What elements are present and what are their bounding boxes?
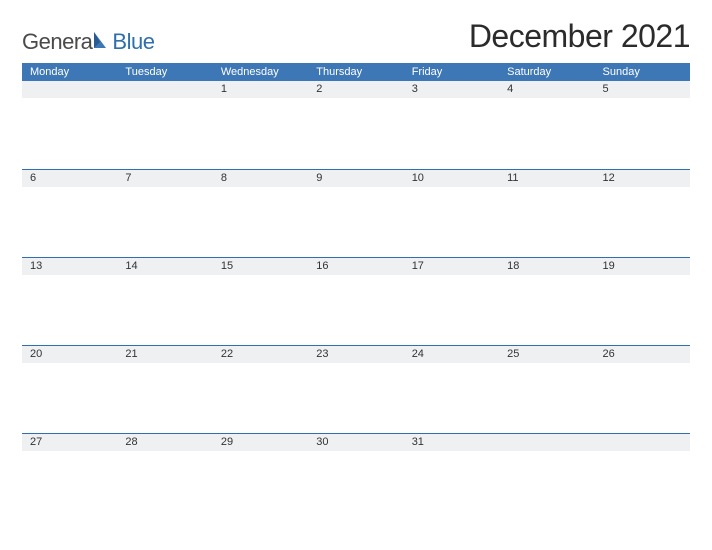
day-number: 9 bbox=[308, 170, 403, 187]
day-cell bbox=[499, 433, 594, 521]
day-cell: 26 bbox=[595, 345, 690, 433]
brand-l-icon bbox=[93, 31, 107, 49]
day-cell bbox=[117, 81, 212, 169]
day-number: 3 bbox=[404, 81, 499, 98]
day-cell: 23 bbox=[308, 345, 403, 433]
day-number bbox=[22, 81, 117, 98]
day-cell: 3 bbox=[404, 81, 499, 169]
day-cell: 9 bbox=[308, 169, 403, 257]
week-row: 27 28 29 30 31 bbox=[22, 433, 690, 521]
day-number: 22 bbox=[213, 346, 308, 363]
day-cell: 2 bbox=[308, 81, 403, 169]
day-cell: 21 bbox=[117, 345, 212, 433]
day-number: 28 bbox=[117, 434, 212, 451]
day-number: 26 bbox=[595, 346, 690, 363]
weekday-header: Wednesday bbox=[213, 63, 308, 81]
day-cell: 5 bbox=[595, 81, 690, 169]
day-cell: 30 bbox=[308, 433, 403, 521]
day-number: 27 bbox=[22, 434, 117, 451]
week-row: 6 7 8 9 10 11 12 bbox=[22, 169, 690, 257]
day-number: 31 bbox=[404, 434, 499, 451]
day-cell: 7 bbox=[117, 169, 212, 257]
week-row: 20 21 22 23 24 25 26 bbox=[22, 345, 690, 433]
brand-name: Genera bbox=[22, 29, 108, 55]
day-cell: 22 bbox=[213, 345, 308, 433]
weekday-header: Sunday bbox=[595, 63, 690, 81]
weekday-header: Monday bbox=[22, 63, 117, 81]
week-row: 1 2 3 4 5 bbox=[22, 81, 690, 169]
day-number bbox=[499, 434, 594, 451]
day-cell: 18 bbox=[499, 257, 594, 345]
day-cell bbox=[595, 433, 690, 521]
day-number: 29 bbox=[213, 434, 308, 451]
day-number: 16 bbox=[308, 258, 403, 275]
day-number: 7 bbox=[117, 170, 212, 187]
weekday-header: Thursday bbox=[308, 63, 403, 81]
day-number: 18 bbox=[499, 258, 594, 275]
day-number: 12 bbox=[595, 170, 690, 187]
day-cell: 10 bbox=[404, 169, 499, 257]
day-number: 4 bbox=[499, 81, 594, 98]
weekday-header: Tuesday bbox=[117, 63, 212, 81]
day-cell: 15 bbox=[213, 257, 308, 345]
day-cell: 25 bbox=[499, 345, 594, 433]
day-cell: 27 bbox=[22, 433, 117, 521]
weekday-header: Saturday bbox=[499, 63, 594, 81]
header: Genera Blue December 2021 bbox=[22, 18, 690, 55]
brand-logo: Genera Blue bbox=[22, 23, 154, 55]
day-cell: 13 bbox=[22, 257, 117, 345]
day-number: 1 bbox=[213, 81, 308, 98]
day-number: 24 bbox=[404, 346, 499, 363]
day-cell bbox=[22, 81, 117, 169]
day-cell: 28 bbox=[117, 433, 212, 521]
day-number: 13 bbox=[22, 258, 117, 275]
day-cell: 6 bbox=[22, 169, 117, 257]
week-row: 13 14 15 16 17 18 19 bbox=[22, 257, 690, 345]
day-number: 21 bbox=[117, 346, 212, 363]
day-number: 6 bbox=[22, 170, 117, 187]
weekday-header-row: Monday Tuesday Wednesday Thursday Friday… bbox=[22, 63, 690, 81]
day-cell: 31 bbox=[404, 433, 499, 521]
page-title: December 2021 bbox=[469, 18, 690, 55]
day-number: 25 bbox=[499, 346, 594, 363]
day-cell: 19 bbox=[595, 257, 690, 345]
day-number: 2 bbox=[308, 81, 403, 98]
day-cell: 14 bbox=[117, 257, 212, 345]
day-number: 15 bbox=[213, 258, 308, 275]
day-number: 17 bbox=[404, 258, 499, 275]
day-number bbox=[595, 434, 690, 451]
weekday-header: Friday bbox=[404, 63, 499, 81]
day-cell: 16 bbox=[308, 257, 403, 345]
day-cell: 17 bbox=[404, 257, 499, 345]
calendar-grid: Monday Tuesday Wednesday Thursday Friday… bbox=[22, 63, 690, 521]
day-number: 23 bbox=[308, 346, 403, 363]
day-number bbox=[117, 81, 212, 98]
day-number: 30 bbox=[308, 434, 403, 451]
day-cell: 20 bbox=[22, 345, 117, 433]
day-cell: 24 bbox=[404, 345, 499, 433]
day-number: 11 bbox=[499, 170, 594, 187]
day-cell: 29 bbox=[213, 433, 308, 521]
day-cell: 4 bbox=[499, 81, 594, 169]
day-cell: 11 bbox=[499, 169, 594, 257]
day-number: 19 bbox=[595, 258, 690, 275]
day-cell: 1 bbox=[213, 81, 308, 169]
day-cell: 12 bbox=[595, 169, 690, 257]
calendar-page: Genera Blue December 2021 Monday Tuesday … bbox=[0, 0, 712, 541]
day-number: 5 bbox=[595, 81, 690, 98]
day-number: 8 bbox=[213, 170, 308, 187]
day-number: 14 bbox=[117, 258, 212, 275]
day-number: 20 bbox=[22, 346, 117, 363]
day-cell: 8 bbox=[213, 169, 308, 257]
calendar-body: 1 2 3 4 5 6 7 8 9 10 11 12 13 14 15 16 1… bbox=[22, 81, 690, 521]
day-number: 10 bbox=[404, 170, 499, 187]
brand-name-part1: Genera bbox=[22, 29, 92, 54]
brand-name-part2: Blue bbox=[112, 29, 154, 55]
